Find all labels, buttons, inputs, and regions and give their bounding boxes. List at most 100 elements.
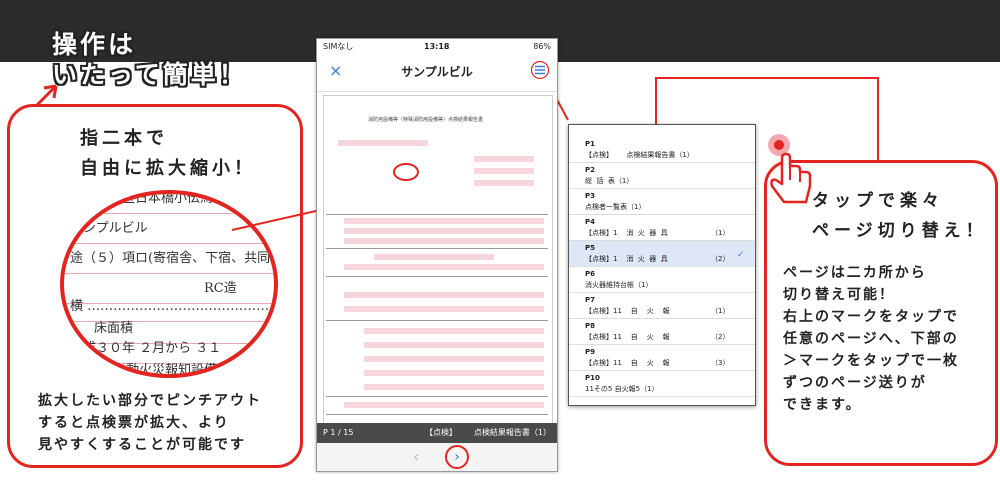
battery-label: 86% [533, 42, 551, 51]
page-item-title: 【点検】11 自 火 報 [585, 359, 670, 367]
page-item-title: 総 括 表（1） [585, 177, 634, 185]
zoom-title-line1: 指二本で [80, 128, 168, 149]
carrier-label: SIMなし [323, 42, 354, 51]
phone-screen: SIMなし 13:18 86% × サンプルビル 消防用設備等（特殊消防用設備等… [316, 38, 558, 472]
page-item-number: P3 [585, 192, 596, 200]
page-item-number: P10 [585, 374, 600, 382]
page-item-title: 11その5 自火報5（1） [585, 385, 659, 393]
page-list-item[interactable]: P9 【点検】11 自 火 報 （3） [569, 345, 755, 371]
clock: 13:18 [424, 42, 450, 51]
page-item-number: P1 [585, 140, 596, 148]
page-list-item[interactable]: P8 【点検】11 自 火 報 （2） [569, 319, 755, 345]
doc-field [474, 168, 534, 174]
headline-line1: 操作は [52, 30, 137, 59]
status-bar: SIMなし 13:18 86% [317, 39, 557, 55]
checkmark-icon: ✓ [737, 250, 745, 260]
inspection-document[interactable]: 消防用設備等（特殊消防用設備等）点検結果報告書 [323, 95, 553, 453]
magnified-line: 京都中央区日本橋小伝馬町 [64, 194, 274, 214]
page-switch-desc-line4: 任意のページへ、下部の [783, 331, 959, 347]
page-item-title: 消火器維持台帳（1） [585, 281, 653, 289]
page-list-item[interactable]: P10 11その5 自火報5（1） [569, 371, 755, 397]
page-switch-desc-line5: ＞マークをタップで一枚 [783, 353, 959, 369]
page-list-item[interactable]: P6 消火器維持台帳（1） [569, 267, 755, 293]
doc-rule [326, 248, 548, 249]
page-switch-desc-line1: ページは二カ所から [783, 265, 927, 281]
page-item-count: （2） [711, 255, 730, 263]
doc-field [364, 370, 544, 376]
doc-field [364, 342, 544, 348]
doc-rule [326, 214, 548, 215]
doc-field [474, 180, 534, 186]
page-switch-callout-title: タップで楽々 ページ切り替え！ [812, 186, 988, 246]
page-item-number: P2 [585, 166, 596, 174]
pager: ‹ › [317, 443, 557, 471]
prev-page-button[interactable]: ‹ [413, 447, 419, 466]
doc-field [344, 264, 544, 270]
zoom-callout-description: 拡大したい部分でピンチアウト すると点検票が拡大、より 見やすくすることが可能で… [38, 390, 262, 456]
page-item-number: P4 [585, 218, 596, 226]
page-item-count: （2） [711, 333, 730, 341]
doc-rule [326, 320, 548, 321]
page-item-title: 点検者一覧表（1） [585, 203, 646, 211]
page-list-item[interactable]: P3 点検者一覧表（1） [569, 189, 755, 215]
magnified-line: サンプルビル [64, 214, 274, 244]
page-list-menu-icon[interactable] [531, 61, 549, 79]
page-list-popup: P1 【点検】 点検結果報告書（1） P2 総 括 表（1） P3 点検者一覧表… [568, 124, 756, 406]
page-list-item[interactable]: P7 【点検】11 自 火 報 （1） [569, 293, 755, 319]
doc-field [474, 156, 534, 162]
page-item-number: P9 [585, 348, 596, 356]
zoom-desc-line2: すると点検票が拡大、より [38, 415, 230, 431]
zoom-title-line2: 自由に拡大縮小！ [80, 158, 256, 179]
page-switch-desc-line3: 右上のマークをタップで [783, 309, 959, 325]
page-item-count: （1） [711, 229, 730, 237]
doc-field [344, 306, 544, 312]
doc-field [364, 328, 544, 334]
doc-field [344, 292, 544, 298]
page-switch-desc-line6: ずつのページ送りが [783, 375, 927, 391]
headline: 操作は いたって簡単！ [52, 30, 247, 90]
page-switch-callout-description: ページは二カ所から 切り替え可能！ 右上のマークをタップで 任意のページへ、下部… [783, 262, 959, 416]
doc-rule [326, 396, 548, 397]
zoom-desc-line1: 拡大したい部分でピンチアウト [38, 393, 262, 409]
page-item-title: 【点検】 点検結果報告書（1） [585, 151, 694, 159]
page-item-title: 【点検】11 自 火 報 [585, 333, 670, 341]
doc-field [364, 356, 544, 362]
doc-field [344, 228, 544, 234]
page-info-bar: P 1 / 15 【点検】 点検結果報告書（1） [317, 423, 557, 443]
page-item-number: P5 [585, 244, 596, 252]
doc-field [338, 140, 428, 146]
page-item-number: P6 [585, 270, 596, 278]
page-switch-desc-line2: 切り替え可能！ [783, 287, 895, 303]
doc-rule [326, 276, 548, 277]
doc-rule [326, 414, 548, 415]
page-item-number: P8 [585, 322, 596, 330]
nav-bar: × サンプルビル [317, 55, 557, 92]
page-title: 点検結果報告書（1） [473, 428, 551, 437]
page-switch-title-line1: タップで楽々 [812, 191, 944, 211]
page-list-item[interactable]: P1 【点検】 点検結果報告書（1） [569, 137, 755, 163]
page-item-title: 【点検】1 消 火 器 具 [585, 229, 668, 237]
doc-field [344, 238, 544, 244]
page-tag: 【点検】 [425, 428, 457, 437]
page-item-count: （3） [711, 359, 730, 367]
zoom-target-highlight [393, 163, 419, 181]
page-list-item[interactable]: P2 総 括 表（1） [569, 163, 755, 189]
page-list-item-selected[interactable]: P5 【点検】1 消 火 器 具 （2） ✓ [569, 241, 755, 267]
doc-field [344, 218, 544, 224]
page-switch-title-line2: ページ切り替え！ [812, 221, 988, 241]
page-switch-desc-line7: できます。 [783, 397, 862, 413]
next-page-button[interactable]: › [445, 445, 469, 469]
headline-line2: いたって簡単！ [52, 60, 247, 89]
page-number: P 1 / 15 [323, 428, 354, 437]
doc-field [344, 402, 544, 408]
doc-field [374, 254, 494, 260]
magnifier-lens: 京都中央区日本橋小伝馬町 サンプルビル 途（５）項ロ(寄宿舎、下宿、共同住宅 R… [60, 190, 278, 378]
page-list-item[interactable]: P4 【点検】1 消 火 器 具 （1） [569, 215, 755, 241]
page-item-count: （1） [711, 307, 730, 315]
zoom-callout-title: 指二本で 自由に拡大縮小！ [80, 124, 256, 184]
page-item-title: 【点検】11 自 火 報 [585, 307, 670, 315]
page-item-title: 【点検】1 消 火 器 具 [585, 255, 668, 263]
doc-field [364, 384, 544, 390]
nav-title: サンプルビル [401, 65, 473, 79]
document-heading: 消防用設備等（特殊消防用設備等）点検結果報告書 [368, 117, 484, 123]
